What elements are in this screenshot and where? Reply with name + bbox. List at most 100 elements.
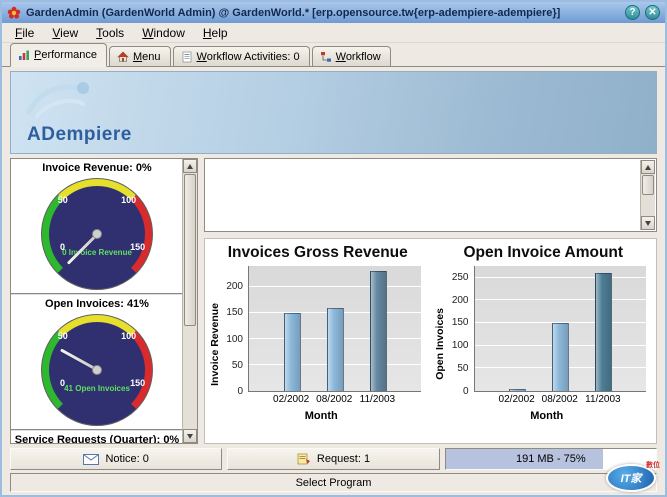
y-tick-label: 250 (451, 271, 469, 283)
bar (595, 273, 613, 392)
y-tick-label: 150 (451, 317, 469, 329)
envelope-icon (83, 453, 100, 465)
x-tick-label: 08/2002 (316, 394, 353, 406)
tab-menu[interactable]: Menu (108, 46, 171, 66)
gauge-invoice-revenue: Invoice Revenue: 0% 0 Invoice Revenue 05… (11, 159, 183, 296)
workflow-icon (320, 51, 332, 63)
tab-workflow-activities[interactable]: Workflow Activities: 0 (172, 46, 310, 66)
x-tick-label: 02/2002 (273, 394, 310, 406)
gauge-tick-label: 50 (57, 330, 68, 341)
scrollbar-thumb[interactable] (184, 174, 196, 327)
y-axis-label: Invoice Revenue (208, 302, 221, 386)
gauge-title: Service Requests (Quarter): 0% (14, 434, 180, 445)
x-tick-labels: 02/2002 08/2002 11/2003 (474, 392, 647, 406)
tab-workflow[interactable]: Workflow (311, 46, 391, 66)
tab-performance[interactable]: Performance (10, 43, 107, 67)
y-tick-label: 50 (231, 359, 243, 371)
notice-button[interactable]: Notice: 0 (10, 448, 223, 471)
x-tick-label: 08/2002 (541, 394, 578, 406)
y-tick-label: 200 (451, 294, 469, 306)
x-tick-label: 11/2003 (585, 394, 621, 406)
menu-bar: File View Tools Window Help (2, 23, 665, 43)
scrollbar-thumb[interactable] (642, 175, 654, 196)
plot-area (473, 266, 646, 393)
home-icon (117, 51, 129, 63)
gridline (474, 299, 646, 301)
y-tick-label: 100 (226, 333, 243, 345)
scroll-down-arrow-icon[interactable] (183, 429, 197, 444)
gauge-tick-label: 0 (60, 378, 66, 388)
scroll-up-arrow-icon[interactable] (183, 159, 197, 174)
gauge-title: Invoice Revenue: 0% (42, 162, 152, 175)
message-box-scrollbar[interactable] (640, 160, 655, 231)
gauge-panel-scrollbar[interactable] (182, 159, 197, 444)
y-ticks: 0 50 100 150 200 250 (448, 266, 474, 398)
close-window-button[interactable]: ✕ (645, 5, 660, 20)
y-tick-label: 150 (226, 307, 243, 319)
bar (552, 323, 570, 392)
x-tick-labels: 02/2002 08/2002 11/2003 (248, 392, 421, 406)
request-button[interactable]: Request: 1 (227, 448, 440, 471)
memory-label: 191 MB - 75% (515, 453, 586, 466)
tab-label: Workflow (335, 50, 381, 63)
gauge-dial: 41 Open Invoices 0 50 100 150 (41, 314, 153, 427)
y-tick-label: 0 (462, 386, 469, 398)
x-axis-label: Month (530, 410, 564, 423)
y-ticks: 0 50 100 150 200 (222, 266, 248, 397)
notice-label: Notice: 0 (105, 453, 149, 466)
x-tick-label: 11/2003 (359, 394, 396, 406)
brand-wordmark: ADempiere (27, 124, 132, 146)
chart-invoices-gross-revenue: Invoices Gross Revenue Invoice Revenue 0… (205, 242, 431, 443)
window-title: GardenAdmin (GardenWorld Admin) @ Garden… (26, 6, 561, 19)
gauge-open-invoices: Open Invoices: 41% 41 Open Invoices 0 50 1… (11, 295, 183, 432)
plot-area (248, 266, 421, 393)
app-flower-icon (7, 6, 21, 20)
chart-icon (18, 49, 30, 61)
y-tick-label: 200 (226, 281, 243, 293)
tab-label: Workflow Activities: 0 (196, 50, 300, 63)
y-tick-label: 100 (451, 340, 469, 352)
charts-panel: Invoices Gross Revenue Invoice Revenue 0… (204, 238, 657, 445)
x-axis-label: Month (304, 410, 338, 423)
dashboard-right-column: Invoices Gross Revenue Invoice Revenue 0… (204, 158, 657, 445)
bar (326, 307, 344, 392)
adempiere-banner: ADempiere (10, 71, 657, 155)
gauge-tick-label: 50 (57, 194, 68, 205)
watermark-badge: IT家 數位 (602, 460, 660, 494)
gauge-tick-label: 100 (121, 330, 137, 341)
menu-window[interactable]: Window (133, 24, 194, 42)
gauge-tick-label: 100 (121, 194, 137, 205)
app-window: GardenAdmin (GardenWorld Admin) @ Garden… (0, 0, 667, 497)
y-tick-label: 0 (237, 386, 243, 398)
scroll-down-arrow-icon[interactable] (641, 216, 655, 231)
gridline (474, 276, 646, 278)
gauge-tick-label: 150 (130, 242, 146, 252)
tab-strip: Performance Menu Workflow Activities: 0 … (2, 43, 665, 67)
bar (283, 313, 301, 392)
menu-tools[interactable]: Tools (87, 24, 133, 42)
status-line: Select Program (10, 473, 657, 492)
gauge-tick-label: 150 (130, 378, 146, 388)
tab-label: Menu (132, 50, 161, 63)
tab-label: Performance (34, 49, 97, 61)
menu-view[interactable]: View (43, 24, 87, 42)
menu-help[interactable]: Help (194, 24, 237, 42)
help-window-button[interactable]: ? (625, 5, 640, 20)
gridline (249, 286, 421, 288)
gauge-list: Invoice Revenue: 0% 0 Invoice Revenue 05… (11, 159, 183, 445)
bar (369, 271, 387, 392)
scroll-up-arrow-icon[interactable] (641, 160, 655, 175)
watermark-subtext: 數位 (646, 462, 660, 469)
main-content: Invoice Revenue: 0% 0 Invoice Revenue 0 5… (2, 158, 665, 445)
gauge-title: Open Invoices: 41% (45, 298, 149, 311)
menu-file[interactable]: File (6, 24, 43, 42)
y-axis-label: Open Invoices (434, 308, 446, 381)
request-icon (297, 453, 311, 465)
adempiere-logo-icon (21, 78, 117, 127)
chart-title: Invoices Gross Revenue (227, 244, 408, 262)
x-tick-label: 02/2002 (498, 394, 535, 406)
gauge-tick-label: 0 (60, 242, 66, 252)
chart-open-invoice-amount: Open Invoice Amount Open Invoices 0 50 100… (431, 242, 657, 443)
bar (509, 388, 527, 392)
dashboard-message-box (204, 158, 657, 233)
